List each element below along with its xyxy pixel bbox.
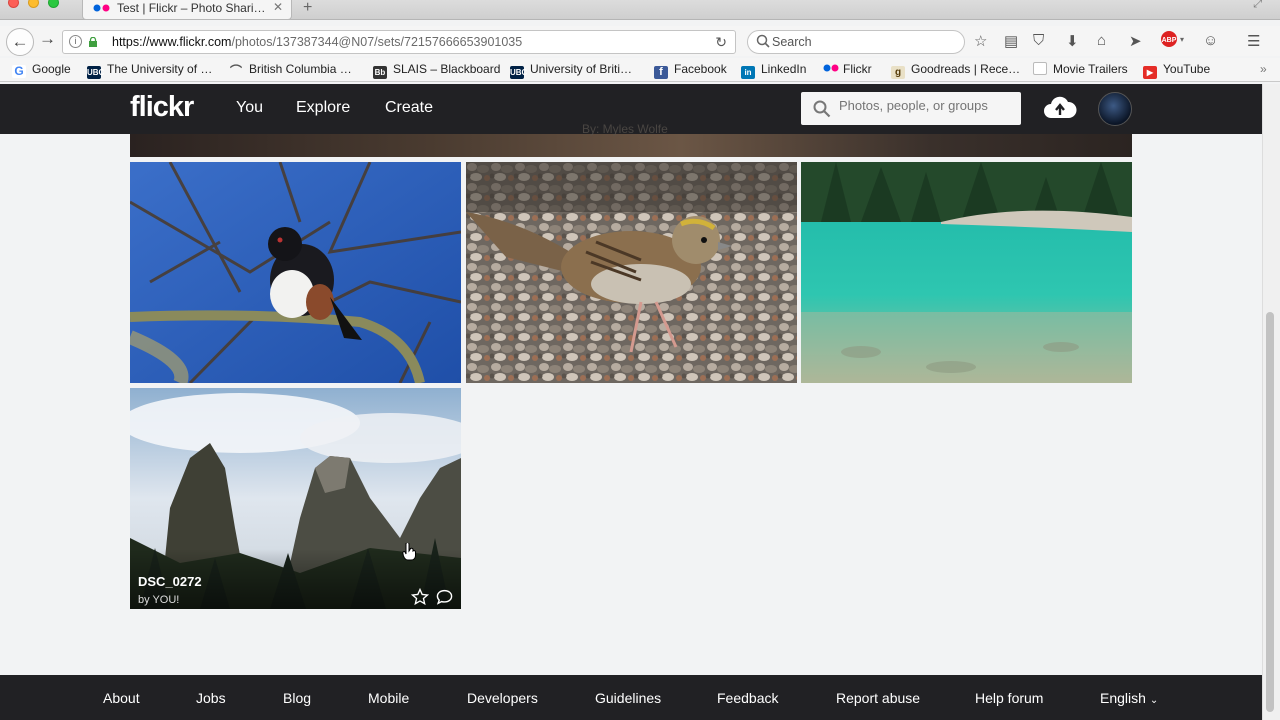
search-icon xyxy=(813,100,831,118)
page-scrollbar-thumb[interactable] xyxy=(1266,312,1274,712)
language-selector[interactable]: English ⌄ xyxy=(1100,690,1158,706)
flickr-icon xyxy=(823,64,839,72)
comment-icon[interactable] xyxy=(436,589,453,605)
nav-explore[interactable]: Explore xyxy=(296,99,350,117)
bookmarks-overflow-icon[interactable]: » xyxy=(1260,62,1267,76)
info-icon[interactable]: i xyxy=(69,35,82,48)
svg-text:ABP: ABP xyxy=(1162,37,1177,44)
close-window-button[interactable] xyxy=(8,0,19,8)
zoom-window-button[interactable] xyxy=(48,0,59,8)
turquoise-lake-image xyxy=(801,162,1132,383)
goodreads-icon: g xyxy=(891,66,905,79)
svg-text:▾: ▾ xyxy=(1180,35,1184,44)
address-bar[interactable]: i https://www.flickr.com/photos/13738734… xyxy=(62,30,736,54)
hamburger-menu-icon[interactable]: ☰ xyxy=(1247,32,1260,50)
minimize-window-button[interactable] xyxy=(28,0,39,8)
flickr-logo[interactable]: flickr xyxy=(130,91,194,124)
footer-mobile-link[interactable]: Mobile xyxy=(368,690,409,706)
browser-search-field[interactable]: Search xyxy=(747,30,965,54)
photo-tile[interactable] xyxy=(801,162,1132,383)
footer-jobs-link[interactable]: Jobs xyxy=(196,690,226,706)
back-button[interactable]: ← xyxy=(6,28,34,56)
nav-create[interactable]: Create xyxy=(385,99,433,117)
flickr-search-input[interactable] xyxy=(839,98,1009,113)
lock-icon xyxy=(89,37,97,47)
nav-you[interactable]: You xyxy=(236,99,263,117)
bookmark-item[interactable]: G Google xyxy=(12,62,71,78)
footer-help-forum-link[interactable]: Help forum xyxy=(975,690,1043,706)
hand-cursor-icon xyxy=(402,543,416,561)
bookmark-item[interactable]: f Facebook xyxy=(654,62,727,79)
blackboard-icon: Bb xyxy=(373,66,387,79)
adblock-icon[interactable]: ABP ▾ xyxy=(1160,30,1184,52)
bookmark-item[interactable]: UBC The University of … xyxy=(87,62,212,79)
footer-blog-link[interactable]: Blog xyxy=(283,690,311,706)
favorite-star-icon[interactable] xyxy=(411,588,429,606)
bookmark-item[interactable]: Flickr xyxy=(823,62,872,76)
facebook-icon: f xyxy=(654,66,668,79)
photo-byline[interactable]: by YOU! xyxy=(138,594,179,606)
browser-tab-bar: Test | Flickr – Photo Shari… ✕ + ⤢ xyxy=(0,0,1280,20)
avatar[interactable] xyxy=(1098,92,1132,126)
reading-list-icon[interactable]: ▤ xyxy=(1004,32,1018,50)
footer-guidelines-link[interactable]: Guidelines xyxy=(595,690,661,706)
linkedin-icon: in xyxy=(741,66,755,79)
bookmark-item[interactable]: ⌒ British Columbia … xyxy=(229,62,352,78)
bookmark-item[interactable]: Movie Trailers xyxy=(1033,62,1128,76)
home-icon[interactable]: ⌂ xyxy=(1097,32,1106,49)
ubc-icon: UBC xyxy=(510,66,528,79)
chevron-down-icon: ⌄ xyxy=(1149,695,1159,706)
close-tab-icon[interactable]: ✕ xyxy=(273,0,283,14)
pocket-icon[interactable]: ⛉ xyxy=(1033,32,1044,49)
bookmark-item[interactable]: in LinkedIn xyxy=(741,62,806,79)
window-menu-icon[interactable]: ⤢ xyxy=(1253,0,1262,11)
sparrow-on-gravel-image xyxy=(466,162,797,383)
browser-nav-bar: ← → i https://www.flickr.com/photos/1373… xyxy=(0,26,1280,56)
flickr-search-box[interactable] xyxy=(801,92,1021,125)
downloads-icon[interactable]: ⬇ xyxy=(1066,32,1079,50)
bookmarks-bar: G Google UBC The University of … ⌒ British … xyxy=(0,58,1280,82)
flickr-favicon-icon xyxy=(93,4,110,12)
chat-icon[interactable]: ☺ xyxy=(1203,32,1218,49)
photo-tile-hovered[interactable]: DSC_0272 by YOU! xyxy=(130,388,461,609)
reload-icon[interactable]: ↻ xyxy=(715,34,727,51)
flickr-footer: About Jobs Blog Mobile Developers Guidel… xyxy=(0,675,1262,720)
send-icon[interactable]: ➤ xyxy=(1129,32,1142,50)
url-text: https://www.flickr.com/photos/137387344@… xyxy=(112,35,523,49)
bc-icon: ⌒ xyxy=(229,64,242,78)
bookmark-item[interactable]: Bb SLAIS – Blackboard xyxy=(373,62,500,79)
browser-tab[interactable]: Test | Flickr – Photo Shari… ✕ xyxy=(82,0,292,20)
bookmark-item[interactable]: g Goodreads | Rece… xyxy=(891,62,1020,79)
photo-tile[interactable] xyxy=(130,162,461,383)
photo-title[interactable]: DSC_0272 xyxy=(138,574,202,589)
forward-button[interactable]: → xyxy=(39,29,56,49)
bookmark-item[interactable]: ▶ YouTube xyxy=(1143,62,1210,79)
album-cover-strip: By: Myles Wolfe xyxy=(130,122,1132,157)
cover-credit: By: Myles Wolfe xyxy=(582,122,668,136)
upload-cloud-icon[interactable] xyxy=(1043,96,1077,120)
footer-about-link[interactable]: About xyxy=(103,690,140,706)
ubc-icon: UBC xyxy=(87,66,105,79)
bookmark-item[interactable]: UBC University of Briti… xyxy=(510,62,632,79)
bird-on-branch-image xyxy=(130,162,461,383)
photo-tile[interactable] xyxy=(466,162,797,383)
search-engine-icon[interactable] xyxy=(756,34,770,51)
footer-report-abuse-link[interactable]: Report abuse xyxy=(836,690,920,706)
bookmark-star-icon[interactable]: ☆ xyxy=(974,32,987,50)
page-icon xyxy=(1033,62,1047,75)
footer-feedback-link[interactable]: Feedback xyxy=(717,690,778,706)
new-tab-button[interactable]: + xyxy=(303,0,312,17)
tab-title: Test | Flickr – Photo Shari… xyxy=(117,1,266,15)
youtube-icon: ▶ xyxy=(1143,66,1157,79)
footer-developers-link[interactable]: Developers xyxy=(467,690,538,706)
language-label: English xyxy=(1100,690,1146,706)
google-icon: G xyxy=(12,65,26,78)
search-placeholder: Search xyxy=(772,35,812,49)
